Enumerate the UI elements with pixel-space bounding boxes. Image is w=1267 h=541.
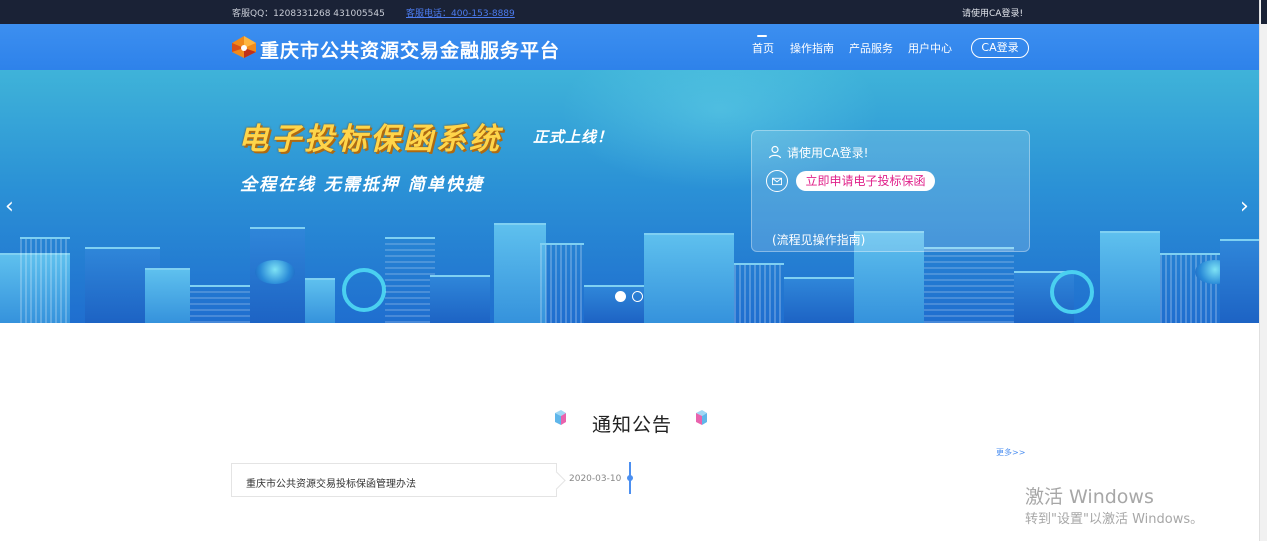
banner-headline: 电子投标保函系统 (238, 122, 502, 157)
city-disc (255, 260, 295, 284)
ca-login-hint[interactable]: 请使用CA登录! (962, 6, 1023, 19)
banner-headline-sub: 正式上线！ (533, 128, 614, 146)
carousel-next-arrow-icon[interactable]: › (1240, 196, 1249, 218)
nav-home[interactable]: 首页 (752, 40, 774, 56)
timeline-dot (627, 475, 633, 481)
card-flow-text[interactable]: (流程见操作指南) (772, 231, 865, 248)
page: 客服QQ：1208331268 431005545 客服电话：400-153-8… (0, 0, 1267, 541)
notices-more-link[interactable]: 更多>> (996, 447, 1025, 458)
carousel-dot[interactable] (632, 291, 643, 302)
city-building (924, 247, 1014, 323)
city-building (494, 223, 546, 323)
mail-icon (766, 170, 788, 192)
city-building (385, 237, 435, 323)
notice-item-title[interactable]: 重庆市公共资源交易投标保函管理办法 (246, 475, 416, 490)
decorative-cube-icon (555, 410, 566, 425)
nav-operation-guide[interactable]: 操作指南 (790, 40, 834, 56)
city-building (1100, 231, 1160, 323)
card-login-text: 请使用CA登录! (787, 146, 869, 160)
city-building (305, 278, 335, 323)
decorative-cube-icon (696, 410, 707, 425)
login-card: 请使用CA登录! 立即申请电子投标保函 (流程见操作指南) (751, 130, 1030, 252)
customer-service-phone-link[interactable]: 客服电话：400-153-8889 (406, 6, 515, 19)
city-building (430, 275, 490, 323)
notices-section-title: 通知公告 (592, 414, 673, 436)
carousel-dot-active[interactable] (615, 291, 626, 302)
city-building (644, 233, 734, 323)
ca-login-button[interactable]: CA登录 (971, 38, 1029, 58)
site-header: 重庆市公共资源交易金融服务平台 首页 操作指南 产品服务 用户中心 (0, 24, 1259, 70)
carousel-prev-arrow-icon[interactable]: ‹ (5, 196, 14, 218)
nav-user-center[interactable]: 用户中心 (908, 40, 952, 56)
nav-product-service[interactable]: 产品服务 (849, 40, 893, 56)
notice-item-date: 2020-03-10 (569, 474, 622, 484)
city-building (20, 237, 70, 323)
city-building (540, 243, 584, 323)
site-title[interactable]: 重庆市公共资源交易金融服务平台 (260, 36, 560, 63)
nav-active-indicator (757, 35, 767, 37)
top-info-bar: 客服QQ：1208331268 431005545 客服电话：400-153-8… (0, 0, 1259, 24)
notice-item[interactable]: 重庆市公共资源交易投标保函管理办法 (231, 463, 557, 497)
banner-slogan: 全程在线 无需抵押 简单快捷 (240, 175, 484, 195)
city-ring (342, 268, 386, 312)
windows-activation-title: 激活 Windows (1025, 486, 1154, 508)
customer-service-qq: 客服QQ：1208331268 431005545 (232, 9, 385, 19)
hero-banner: 电子投标保函系统 正式上线！ 全程在线 无需抵押 简单快捷 ‹ › 请使用CA登… (0, 70, 1259, 323)
page-scrollbar[interactable] (1259, 0, 1267, 541)
apply-guarantee-button[interactable]: 立即申请电子投标保函 (796, 171, 935, 191)
scrollbar-thumb[interactable] (1261, 0, 1267, 24)
city-building (734, 263, 784, 323)
city-building (784, 277, 854, 323)
platform-logo-icon[interactable] (231, 35, 257, 59)
city-ring (1050, 270, 1094, 314)
city-building (1220, 239, 1259, 323)
user-icon (768, 145, 782, 159)
city-building (145, 268, 190, 323)
windows-activation-subtitle: 转到"设置"以激活 Windows。 (1025, 512, 1204, 527)
city-building (190, 285, 250, 323)
